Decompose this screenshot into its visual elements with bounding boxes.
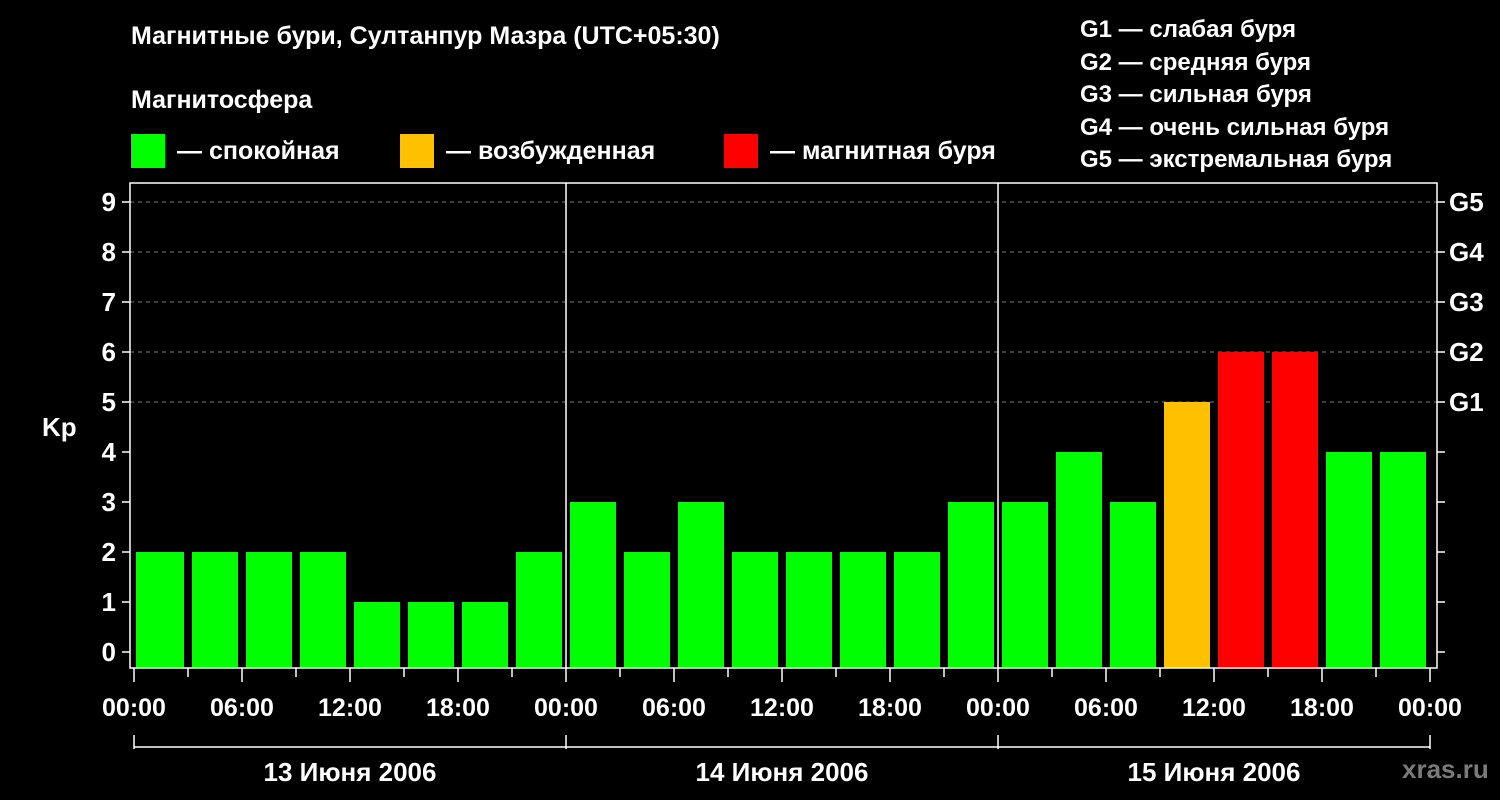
g-level-label: G2: [1449, 337, 1484, 367]
kp-bar: [948, 502, 994, 668]
y-tick-label: 3: [102, 487, 116, 517]
kp-bar: [300, 552, 346, 668]
y-tick-label: 4: [102, 437, 117, 467]
kp-bar: [354, 602, 400, 668]
y-tick-label: 5: [102, 387, 116, 417]
kp-bar: [246, 552, 292, 668]
kp-bar: [894, 552, 940, 668]
y-tick-label: 2: [102, 537, 116, 567]
y-tick-label: 8: [102, 237, 116, 267]
kp-bar: [732, 552, 778, 668]
y-tick-label: 9: [102, 187, 116, 217]
g-level-label: G5: [1449, 187, 1484, 217]
kp-bar: [1218, 352, 1264, 668]
y-tick-label: 1: [102, 587, 116, 617]
kp-bar: [408, 602, 454, 668]
y-tick-label: 0: [102, 637, 116, 667]
kp-bar: [624, 552, 670, 668]
x-tick-label: 12:00: [750, 694, 814, 722]
kp-bar-chart: 0 1 2 3 4 5 6 7 8 9 G1 G2 G3 G4 G5 00:00 06:00 12:00 18:00…: [102, 182, 1484, 787]
x-tick-label: 18:00: [426, 694, 490, 722]
kp-bar: [1110, 502, 1156, 668]
day-label: 13 Июня 2006: [264, 757, 437, 787]
kp-bar: [192, 552, 238, 668]
kp-bar: [570, 502, 616, 668]
g-level-label: G3: [1449, 287, 1484, 317]
x-tick-label: 00:00: [102, 694, 166, 722]
kp-bar: [678, 502, 724, 668]
kp-bar: [1164, 402, 1210, 668]
x-tick-label: 00:00: [1398, 694, 1462, 722]
x-tick-label: 12:00: [318, 694, 382, 722]
kp-bar: [786, 552, 832, 668]
kp-bar: [462, 602, 508, 668]
day-label: 14 Июня 2006: [696, 757, 869, 787]
kp-bar: [1272, 352, 1318, 668]
kp-bar: [840, 552, 886, 668]
g-level-label: G1: [1449, 387, 1484, 417]
kp-bar: [1002, 502, 1048, 668]
x-tick-label: 18:00: [858, 694, 922, 722]
kp-bar: [136, 552, 184, 668]
kp-bar: [1056, 452, 1102, 668]
x-tick-label: 00:00: [966, 694, 1030, 722]
x-tick-label: 00:00: [534, 694, 598, 722]
kp-bar: [1380, 452, 1426, 668]
kp-bar: [516, 552, 562, 668]
x-tick-label: 12:00: [1182, 694, 1246, 722]
g-level-label: G4: [1449, 237, 1484, 267]
y-tick-label: 6: [102, 337, 116, 367]
x-tick-label: 06:00: [210, 694, 274, 722]
x-tick-label: 06:00: [642, 694, 706, 722]
x-tick-label: 18:00: [1290, 694, 1354, 722]
day-label: 15 Июня 2006: [1128, 757, 1301, 787]
x-tick-label: 06:00: [1074, 694, 1138, 722]
kp-bar: [1326, 452, 1372, 668]
y-tick-label: 7: [102, 287, 116, 317]
